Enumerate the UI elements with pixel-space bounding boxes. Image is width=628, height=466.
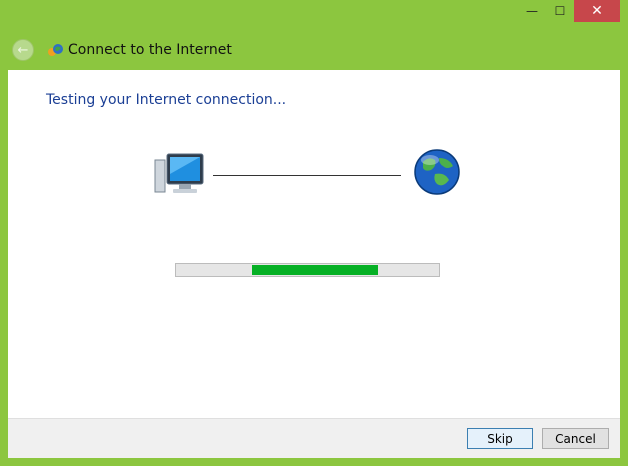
status-heading: Testing your Internet connection... bbox=[46, 92, 287, 108]
computer-icon bbox=[154, 153, 204, 193]
close-button[interactable]: ✕ bbox=[574, 0, 620, 22]
internet-globe-icon bbox=[414, 149, 460, 195]
nav-title: Connect to the Internet bbox=[68, 42, 232, 58]
back-button[interactable]: ← bbox=[12, 39, 34, 61]
window: — ☐ ✕ ← Connect to the Internet Testing … bbox=[0, 0, 628, 466]
skip-button[interactable]: Skip bbox=[467, 428, 533, 449]
back-arrow-icon: ← bbox=[17, 42, 29, 58]
navigation-bar: ← Connect to the Internet bbox=[8, 30, 620, 70]
caption-buttons: — ☐ ✕ bbox=[518, 0, 620, 22]
maximize-button[interactable]: ☐ bbox=[546, 0, 574, 22]
content-panel: Testing your Internet connection... bbox=[8, 70, 620, 418]
network-globe-icon bbox=[48, 44, 63, 56]
footer-bar: Skip Cancel bbox=[8, 418, 620, 458]
progress-bar bbox=[175, 263, 440, 277]
connection-line bbox=[213, 175, 401, 176]
cancel-button[interactable]: Cancel bbox=[542, 428, 609, 449]
progress-fill bbox=[252, 265, 378, 275]
minimize-button[interactable]: — bbox=[518, 0, 546, 22]
